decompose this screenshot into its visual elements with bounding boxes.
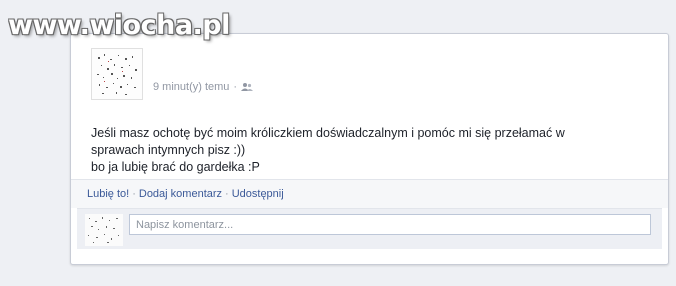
avatar-placeholder-icon <box>92 49 142 99</box>
action-separator: · <box>225 188 229 200</box>
meta-separator: · <box>233 81 238 93</box>
commenter-avatar <box>85 214 123 246</box>
friends-icon[interactable] <box>241 82 254 92</box>
post-meta: 9 minut(y) temu · <box>153 81 254 93</box>
comment-input[interactable] <box>129 214 651 235</box>
like-link[interactable]: Lubię to! <box>87 188 129 200</box>
avatar-placeholder-icon <box>85 214 123 246</box>
post-text-line: sprawach intymnych pisz :)) <box>91 143 246 157</box>
post-text-line: Jeśli masz ochotę być moim króliczkiem d… <box>91 126 565 140</box>
action-separator: · <box>132 188 136 200</box>
comment-area <box>77 208 662 249</box>
post-actions-bar: Lubię to! · Dodaj komentarz · Udostępnij <box>71 180 668 208</box>
post-timestamp[interactable]: 9 minut(y) temu <box>153 81 229 93</box>
add-comment-link[interactable]: Dodaj komentarz <box>139 188 222 200</box>
share-link[interactable]: Udostępnij <box>232 188 284 200</box>
site-watermark: www.wiocha.pl <box>8 10 230 41</box>
post-text-line: bo ja lubię brać do gardełka :P <box>91 160 260 174</box>
author-avatar[interactable] <box>91 48 143 100</box>
post-card: 9 minut(y) temu · Jeśli masz ochotę być … <box>70 33 669 265</box>
post-body: Jeśli masz ochotę być moim króliczkiem d… <box>91 125 651 176</box>
